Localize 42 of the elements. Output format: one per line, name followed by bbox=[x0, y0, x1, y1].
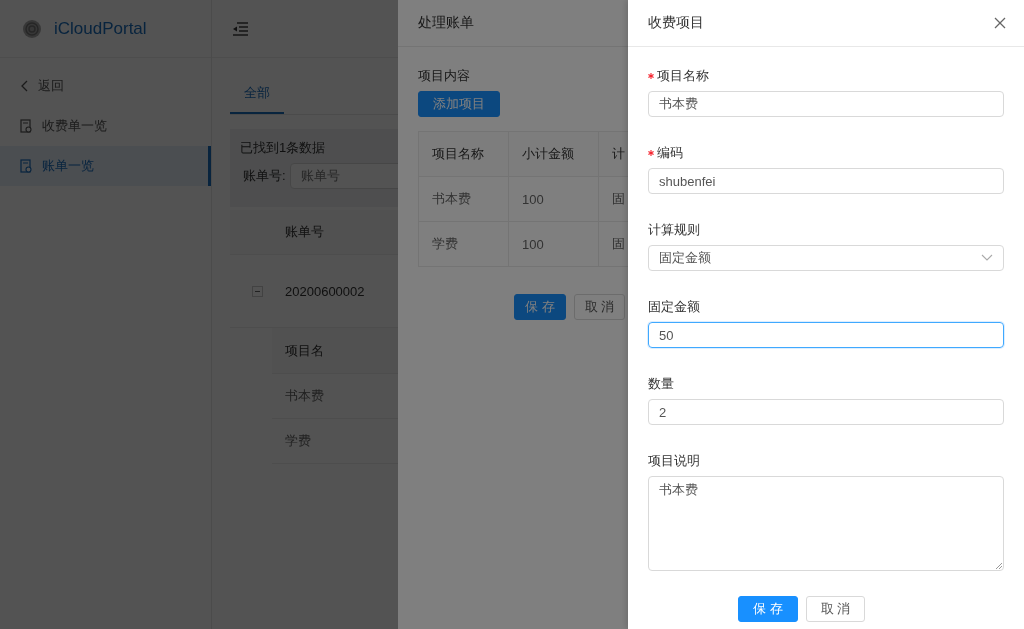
table-cell: 100 bbox=[508, 221, 599, 267]
document-icon bbox=[20, 159, 32, 173]
save-button[interactable]: 保 存 bbox=[514, 294, 566, 320]
resize-grip-icon bbox=[996, 563, 1002, 569]
field-label: 账单号: bbox=[243, 167, 286, 185]
chevron-down-icon bbox=[981, 254, 993, 262]
input-field[interactable]: 2 bbox=[648, 399, 1004, 425]
select-field[interactable]: 固定金额 bbox=[648, 245, 1004, 271]
save-button[interactable]: 保 存 bbox=[738, 596, 798, 622]
table-cell: 学费 bbox=[418, 221, 509, 267]
field-label: 项目名称 bbox=[657, 67, 709, 85]
add-item-button[interactable]: 添加项目 bbox=[418, 91, 500, 117]
result-count: 已找到1条数据 bbox=[240, 139, 327, 157]
column-header: 账单号 bbox=[285, 223, 324, 241]
collapse-toggle[interactable] bbox=[252, 285, 263, 297]
field-label: 数量 bbox=[648, 375, 674, 393]
drawer-title: 收费项目 bbox=[648, 14, 704, 32]
table-cell: 20200600002 bbox=[285, 283, 365, 299]
close-icon[interactable] bbox=[994, 17, 1006, 29]
tab[interactable]: 全部 bbox=[230, 74, 284, 114]
menu-icon bbox=[232, 21, 248, 36]
cancel-button[interactable]: 取 消 bbox=[573, 294, 626, 320]
table-cell: 书本费 bbox=[418, 176, 509, 222]
document-icon bbox=[20, 119, 32, 133]
field-label: 固定金额 bbox=[648, 298, 700, 316]
cancel-button[interactable]: 取 消 bbox=[805, 596, 866, 622]
chevron-left-icon bbox=[20, 80, 28, 92]
textarea-field[interactable]: 书本费 bbox=[648, 476, 1004, 571]
column-header: 计 bbox=[598, 131, 628, 177]
column-header: 小计金额 bbox=[508, 131, 599, 177]
column-header: 项目名称 bbox=[418, 131, 509, 177]
field-label: 编码 bbox=[657, 144, 683, 162]
logo-icon bbox=[22, 18, 42, 39]
input-field[interactable]: shubenfei bbox=[648, 168, 1004, 194]
column-header: 项目名 bbox=[285, 341, 324, 360]
field-label: 项目说明 bbox=[648, 452, 700, 470]
table-cell: 100 bbox=[508, 176, 599, 222]
input-field[interactable]: 50 bbox=[648, 322, 1004, 348]
field-label: 计算规则 bbox=[648, 221, 700, 239]
section-label: 项目内容 bbox=[418, 67, 471, 85]
app-logo-text: iCloudPortal bbox=[54, 18, 147, 39]
input-field[interactable]: 书本费 bbox=[648, 91, 1004, 117]
